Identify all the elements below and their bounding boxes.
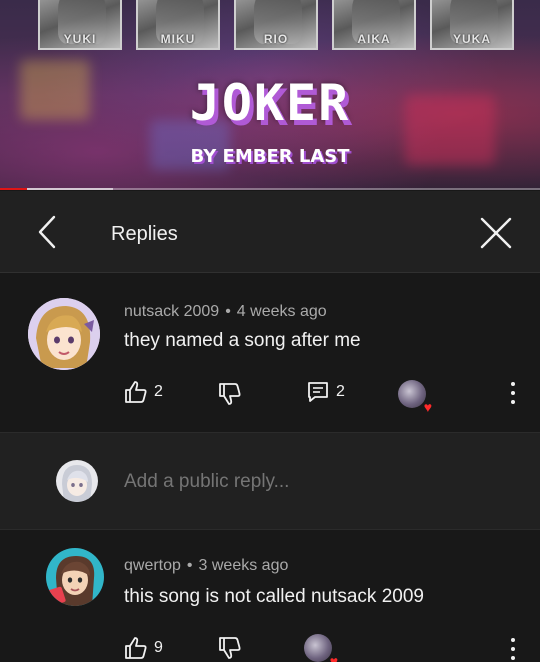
anime-avatar-icon (46, 548, 104, 606)
comment-text: they named a song after me (124, 330, 361, 351)
like-button[interactable]: 9 (124, 636, 163, 660)
character-portraits: YUKI MIKU RIO AIKA YUKA (38, 0, 514, 50)
add-reply-bar (0, 432, 540, 530)
video-artist-art: BY EMBER LAST (190, 146, 350, 167)
like-button[interactable]: 2 (124, 380, 163, 404)
public-reply-input[interactable] (124, 471, 504, 493)
portrait-rio: RIO (234, 0, 318, 50)
separator: • (225, 303, 231, 320)
portrait-label: MIKU (160, 32, 196, 46)
dislike-button[interactable] (218, 636, 242, 660)
anime-avatar-icon (28, 298, 100, 370)
comment-text: this song is not called nutsack 2009 (124, 586, 424, 607)
separator: • (186, 557, 193, 574)
author-name[interactable]: qwertop (124, 557, 181, 574)
progress-fill (0, 188, 27, 190)
panel-title: Replies (111, 223, 178, 245)
portrait-miku: MIKU (136, 0, 220, 50)
user-avatar (56, 460, 98, 502)
reply-count: 2 (336, 383, 345, 400)
dislike-button[interactable] (218, 382, 242, 406)
more-options-button[interactable] (508, 382, 518, 404)
video-title-art: JOKER (189, 74, 351, 132)
comment-meta: qwertop • 3 weeks ago (124, 557, 288, 575)
back-button[interactable] (30, 211, 70, 251)
anime-avatar-icon (56, 460, 98, 502)
more-options-button[interactable] (508, 638, 518, 660)
portrait-label: YUKI (63, 32, 97, 46)
avatar[interactable] (46, 548, 104, 606)
like-count: 9 (154, 639, 163, 656)
avatar[interactable] (28, 298, 100, 370)
video-progress-bar[interactable] (0, 188, 540, 190)
portrait-aika: AIKA (332, 0, 416, 50)
chevron-left-icon (38, 215, 56, 249)
reply-button[interactable]: 2 (306, 380, 345, 404)
thumbs-down-icon (219, 383, 241, 405)
thumbs-up-icon (125, 637, 147, 659)
thumbs-up-icon (125, 381, 147, 403)
heart-icon: ♥ (423, 399, 432, 415)
creator-heart-avatar: ♥ (304, 634, 338, 662)
portrait-yuka: YUKA (430, 0, 514, 50)
parent-comment: nutsack 2009 • 4 weeks ago they named a so… (0, 274, 540, 432)
reply-comment: qwertop • 3 weeks ago this song is not cal… (0, 530, 540, 662)
video-player[interactable]: YUKI MIKU RIO AIKA YUKA JOKER BY EMBER L… (0, 0, 540, 190)
heart-icon: ♥ (329, 653, 338, 662)
close-button[interactable] (474, 211, 518, 255)
comment-icon (308, 382, 328, 402)
author-name[interactable]: nutsack 2009 (124, 303, 219, 320)
portrait-label: RIO (263, 32, 289, 46)
portrait-label: YUKA (452, 32, 491, 46)
portrait-label: AIKA (357, 32, 391, 46)
comment-time: 3 weeks ago (198, 557, 289, 574)
comment-time: 4 weeks ago (236, 303, 327, 320)
comment-meta: nutsack 2009 • 4 weeks ago (124, 303, 327, 321)
replies-header: Replies (0, 191, 540, 273)
portrait-yuki: YUKI (38, 0, 122, 50)
thumbs-down-icon (219, 637, 241, 659)
creator-heart-avatar: ♥ (398, 380, 432, 414)
like-count: 2 (154, 383, 163, 400)
close-icon (480, 217, 512, 249)
